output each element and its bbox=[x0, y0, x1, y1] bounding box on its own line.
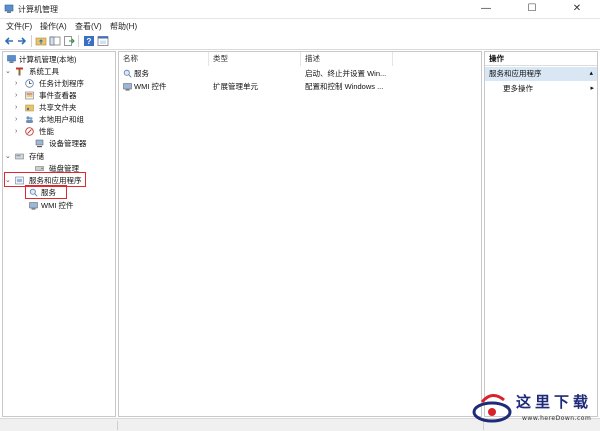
chevron-right-icon[interactable]: › bbox=[15, 102, 22, 113]
back-arrow-icon[interactable] bbox=[3, 35, 15, 47]
heredown-logo-icon bbox=[472, 394, 512, 423]
details-list: 名称 类型 描述 服务 启动、终止并设置 Win... WMI 控件 扩展管理单… bbox=[118, 51, 482, 417]
export-list-icon[interactable] bbox=[63, 35, 75, 47]
toolbar-separator bbox=[78, 35, 79, 47]
tree-label: 设备管理器 bbox=[49, 139, 87, 148]
menu-action[interactable]: 操作(A) bbox=[40, 21, 67, 32]
more-actions-label: 更多操作 bbox=[503, 84, 533, 93]
help-icon[interactable]: ? bbox=[83, 35, 95, 47]
forward-arrow-icon[interactable] bbox=[16, 35, 28, 47]
tree-label: 系统工具 bbox=[29, 67, 59, 76]
tree-label: 本地用户和组 bbox=[39, 115, 84, 124]
computer-management-icon bbox=[4, 4, 14, 13]
list-item[interactable]: WMI 控件 扩展管理单元 配置和控制 Windows ... bbox=[119, 81, 479, 92]
cell-type: 扩展管理单元 bbox=[213, 82, 258, 91]
cell-description: 配置和控制 Windows ... bbox=[305, 82, 384, 91]
title-bar: 计算机管理 — ☐ ✕ bbox=[0, 0, 600, 19]
watermark-brand: 这里下载 bbox=[516, 393, 593, 411]
navigation-tree: 计算机管理(本地) ⌄ 系统工具 › 任务计划程序 › 事件查看器 › 共享文件… bbox=[2, 51, 116, 417]
more-actions-item[interactable]: 更多操作 ▸ bbox=[503, 83, 597, 95]
chevron-right-icon[interactable]: › bbox=[15, 78, 22, 89]
actions-section-label: 服务和应用程序 bbox=[489, 69, 542, 78]
tree-label: 存储 bbox=[29, 152, 44, 161]
tools-icon bbox=[16, 67, 23, 76]
event-viewer-icon bbox=[25, 91, 34, 100]
computer-icon bbox=[7, 55, 16, 63]
window-title: 计算机管理 bbox=[18, 5, 58, 14]
tree-label: 任务计划程序 bbox=[39, 79, 84, 88]
close-button[interactable]: ✕ bbox=[554, 0, 600, 19]
up-folder-icon[interactable] bbox=[35, 35, 47, 47]
chevron-right-icon[interactable]: › bbox=[15, 90, 22, 101]
menu-help[interactable]: 帮助(H) bbox=[110, 21, 137, 32]
status-segment bbox=[118, 421, 484, 430]
menu-view[interactable]: 查看(V) bbox=[75, 21, 102, 32]
users-icon bbox=[26, 116, 33, 123]
clock-icon bbox=[25, 79, 34, 88]
actions-header: 操作 bbox=[485, 52, 597, 66]
tree-label: 计算机管理(本地) bbox=[19, 55, 77, 64]
chevron-down-icon[interactable]: ⌄ bbox=[5, 66, 12, 77]
submenu-arrow-icon: ▸ bbox=[590, 85, 594, 92]
device-manager-icon bbox=[35, 139, 44, 148]
cell-name: WMI 控件 bbox=[134, 82, 167, 91]
watermark: 这里下载 www.hereDown.com bbox=[470, 388, 598, 430]
chevron-right-icon[interactable]: › bbox=[15, 114, 22, 125]
properties-icon[interactable] bbox=[97, 35, 109, 47]
wmi-control-icon bbox=[29, 202, 38, 210]
maximize-button[interactable]: ☐ bbox=[509, 0, 555, 19]
actions-section-services-apps[interactable]: 服务和应用程序 ▴ bbox=[485, 67, 597, 81]
tree-label: WMI 控件 bbox=[41, 201, 74, 210]
storage-icon bbox=[15, 153, 24, 160]
actions-pane: 操作 服务和应用程序 ▴ 更多操作 ▸ bbox=[484, 51, 598, 417]
svg-text:?: ? bbox=[87, 37, 92, 46]
cell-name: 服务 bbox=[134, 69, 149, 78]
toolbar-separator bbox=[31, 35, 32, 47]
tree-label: 事件查看器 bbox=[39, 91, 77, 100]
watermark-url: www.hereDown.com bbox=[522, 415, 592, 422]
column-header-description[interactable]: 描述 bbox=[301, 52, 393, 66]
highlight-box bbox=[25, 185, 67, 199]
column-header-type[interactable]: 类型 bbox=[209, 52, 301, 66]
status-segment bbox=[0, 421, 118, 430]
shared-folder-icon bbox=[25, 104, 34, 112]
menu-bar: 文件(F) 操作(A) 查看(V) 帮助(H) bbox=[0, 19, 600, 33]
cell-description: 启动、终止并设置 Win... bbox=[305, 69, 387, 78]
performance-icon bbox=[25, 127, 34, 136]
list-item[interactable]: 服务 启动、终止并设置 Win... bbox=[119, 68, 479, 79]
collapse-arrow-icon[interactable]: ▴ bbox=[589, 67, 593, 81]
chevron-right-icon[interactable]: › bbox=[15, 126, 22, 137]
wmi-control-icon bbox=[123, 83, 132, 91]
show-hide-tree-icon[interactable] bbox=[49, 35, 61, 47]
chevron-down-icon[interactable]: ⌄ bbox=[5, 151, 12, 162]
menu-file[interactable]: 文件(F) bbox=[6, 21, 32, 32]
minimize-button[interactable]: — bbox=[463, 0, 509, 19]
tree-label: 性能 bbox=[39, 127, 54, 136]
column-header-name[interactable]: 名称 bbox=[119, 52, 209, 66]
toolbar: ? bbox=[0, 33, 600, 50]
magnifier-gear-icon bbox=[123, 69, 132, 78]
tree-label: 共享文件夹 bbox=[39, 103, 77, 112]
